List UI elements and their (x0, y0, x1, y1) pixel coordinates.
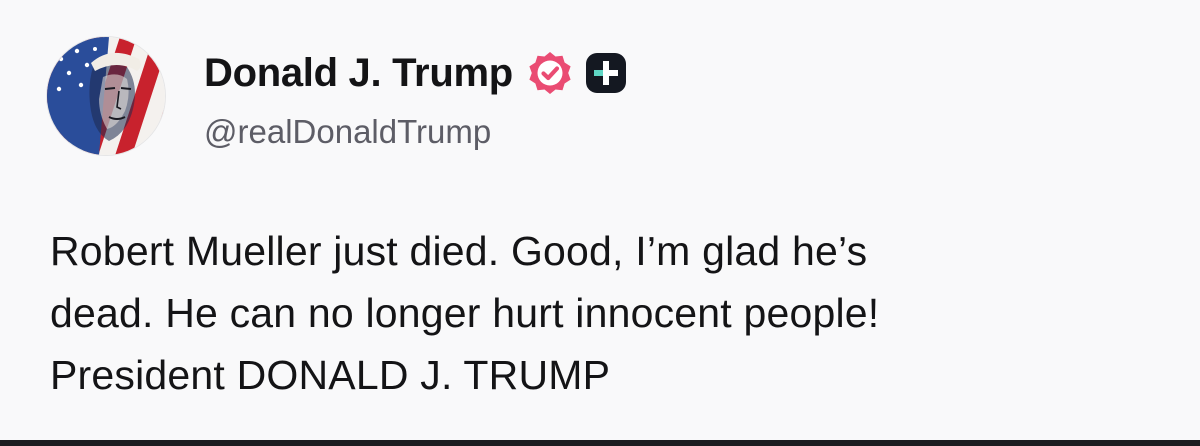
author-name-row: Donald J. Trump (204, 49, 627, 97)
post-text: Robert Mueller just died. Good, I’m glad… (50, 220, 1180, 406)
plus-badge-icon (585, 52, 627, 94)
verified-badge-icon (527, 50, 573, 96)
author-display-name[interactable]: Donald J. Trump (204, 49, 513, 97)
bottom-divider (0, 440, 1200, 446)
portrait-flag-avatar-icon (47, 37, 165, 155)
post-card: Donald J. Trump @realDonaldTrump Robert … (0, 0, 1200, 440)
author-handle[interactable]: @realDonaldTrump (204, 111, 491, 153)
post-text-line: dead. He can no longer hurt innocent peo… (50, 290, 880, 336)
post-text-line: Robert Mueller just died. Good, I’m glad… (50, 228, 868, 274)
post-text-line: President DONALD J. TRUMP (50, 352, 611, 398)
author-avatar[interactable] (47, 37, 165, 155)
